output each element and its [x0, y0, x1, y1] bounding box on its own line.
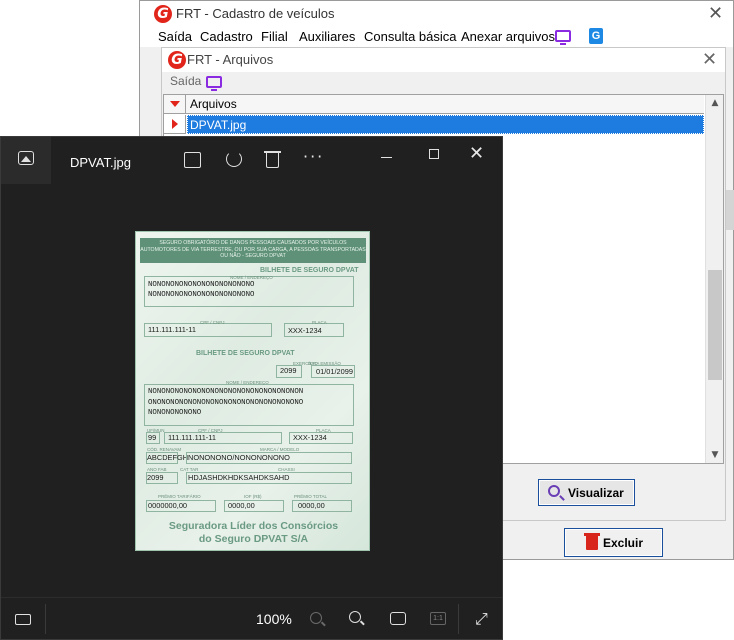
doc-footer-line: Seguradora Líder dos Consórcios — [168, 520, 339, 532]
gallery-icon — [18, 151, 34, 165]
doc-value: 111.111.111-11 — [148, 325, 196, 334]
doc-value: NONONONONONONONONONONONO — [148, 281, 255, 289]
rotate-icon[interactable] — [226, 151, 242, 167]
doc-footer-line: do Seguro DPVAT S/A — [198, 533, 309, 545]
doc-label: MARCA / MODELO — [260, 447, 300, 452]
app-shortcut-icon[interactable]: G — [589, 28, 603, 44]
column-header-arquivos[interactable]: Arquivos — [190, 97, 237, 111]
doc-value: 01/01/2099 — [316, 367, 353, 376]
doc-value: NONONONONONO — [148, 409, 202, 417]
doc-value: 0000,00 — [228, 501, 255, 510]
doc-label: CÓD. RENAVAM — [147, 447, 182, 452]
viewer-bottom-bar: 100% 1:1 ⤢ — [1, 597, 502, 639]
arquivos-toolbar: Saída — [162, 72, 725, 92]
main-close-button[interactable]: ✕ — [708, 3, 723, 24]
doc-label: NOME / ENDEREÇO — [226, 380, 269, 385]
excluir-button[interactable]: Excluir — [564, 528, 663, 557]
row-pointer-icon — [164, 115, 186, 134]
dpvat-document-image: SEGURO OBRIGATÓRIO DE DANOS PESSOAIS CAU… — [135, 231, 370, 551]
gallery-button[interactable] — [1, 137, 51, 184]
doc-value: ABCDEFGH — [147, 453, 189, 462]
arquivos-window-title: FRT - Arquivos — [187, 52, 274, 67]
doc-value: ONONONONONONONONONONONONONONONONONO — [148, 399, 304, 407]
menu-filial[interactable]: Filial — [261, 29, 288, 44]
frt-logo-icon: G — [168, 51, 186, 69]
main-title-bar: G FRT - Cadastro de veículos ✕ — [140, 1, 733, 27]
edit-image-icon[interactable] — [184, 152, 201, 168]
doc-label: PRÊMIO TARIFÁRIO — [158, 494, 201, 499]
arquivos-title-bar: G FRT - Arquivos ✕ — [162, 48, 725, 72]
zoom-level: 100% — [256, 611, 292, 627]
doc-label: PLACA — [312, 320, 327, 325]
doc-value: 99 — [148, 433, 157, 442]
table-row[interactable]: DPVAT.jpg — [164, 115, 704, 134]
toolbar-saida[interactable]: Saída — [170, 74, 201, 88]
sort-indicator-icon[interactable] — [164, 95, 186, 113]
doc-value: NONONONO/NONONONONO — [188, 453, 290, 462]
doc-value: 0000,00 — [298, 501, 325, 510]
magnifier-icon — [548, 485, 560, 497]
zoom-out-icon[interactable] — [310, 612, 322, 624]
visualizar-label: Visualizar — [568, 486, 624, 500]
doc-value: NONONONONONONONONONONONONONONONONON — [148, 388, 304, 396]
viewer-title-bar: DPVAT.jpg ··· ✕ — [1, 137, 502, 184]
tv-icon[interactable] — [555, 30, 571, 45]
doc-header: SEGURO OBRIGATÓRIO DE DANOS PESSOAIS CAU… — [140, 238, 366, 263]
menu-cadastro[interactable]: Cadastro — [200, 29, 253, 44]
doc-bilhete-title: BILHETE DE SEGURO DPVAT — [260, 267, 359, 274]
doc-label: CHASSI — [278, 467, 295, 472]
filmstrip-icon[interactable] — [15, 614, 31, 625]
delete-icon[interactable] — [264, 151, 281, 168]
grid-vertical-scrollbar[interactable]: ▲ ▼ — [705, 95, 723, 463]
trash-icon — [584, 533, 600, 550]
doc-value: XXX-1234 — [288, 326, 322, 335]
doc-label: IOF (R$) — [244, 494, 262, 499]
excluir-label: Excluir — [603, 536, 644, 550]
doc-value: NONONONONONONONONONONONO — [148, 291, 255, 299]
frt-logo-icon: G — [154, 5, 172, 23]
doc-label: CPF / CNPJ — [200, 320, 225, 325]
doc-label: PRÊMIO TOTAL — [294, 494, 328, 499]
main-window-title: FRT - Cadastro de veículos — [176, 6, 335, 21]
scroll-down-icon[interactable]: ▼ — [706, 447, 724, 463]
menu-saida[interactable]: Saída — [158, 29, 192, 44]
scroll-thumb[interactable] — [708, 270, 722, 380]
minimize-icon[interactable] — [381, 157, 392, 158]
doc-value: 2099 — [147, 473, 164, 482]
actual-size-icon[interactable]: 1:1 — [430, 612, 446, 625]
doc-bilhete-title: BILHETE DE SEGURO DPVAT — [196, 350, 295, 357]
viewer-filename: DPVAT.jpg — [70, 155, 131, 170]
maximize-icon[interactable] — [429, 149, 439, 159]
viewer-close-button[interactable]: ✕ — [469, 143, 484, 164]
zoom-in-icon[interactable] — [349, 611, 361, 623]
doc-label: ANO FAB — [147, 467, 167, 472]
scroll-up-icon[interactable]: ▲ — [706, 95, 724, 111]
doc-value: 2099 — [280, 366, 297, 375]
photo-viewer-window: DPVAT.jpg ··· ✕ SEGURO OBRIGATÓRIO DE DA… — [0, 136, 503, 640]
doc-value: 111.111.111-11 — [168, 433, 216, 442]
menu-consulta-basica[interactable]: Consulta básica — [364, 29, 457, 44]
separator — [458, 604, 459, 634]
grid-cell-filename[interactable]: DPVAT.jpg — [187, 115, 704, 134]
grid-header: Arquivos — [164, 95, 704, 114]
more-options-icon[interactable]: ··· — [303, 147, 324, 166]
doc-value: 0000000,00 — [148, 501, 188, 510]
menu-anexar-arquivos[interactable]: Anexar arquivos — [461, 29, 555, 44]
doc-value: HDJASHDKHDKSAHDKSAHD — [188, 473, 290, 482]
arquivos-close-button[interactable]: ✕ — [702, 49, 717, 70]
doc-footer: Seguradora Líder dos Consórcios do Segur… — [146, 520, 361, 546]
fullscreen-icon[interactable]: ⤢ — [475, 609, 488, 629]
background-scrollbar — [726, 190, 734, 230]
doc-label: DATA EMISSÃO — [308, 361, 341, 366]
menu-bar: Saída Cadastro Filial Auxiliares Consult… — [140, 27, 733, 47]
doc-value: XXX-1234 — [293, 433, 327, 442]
menu-auxiliares[interactable]: Auxiliares — [299, 29, 355, 44]
tv-icon[interactable] — [206, 76, 222, 91]
fit-to-window-icon[interactable] — [390, 612, 406, 625]
separator — [45, 604, 46, 634]
visualizar-button[interactable]: Visualizar — [538, 479, 635, 506]
